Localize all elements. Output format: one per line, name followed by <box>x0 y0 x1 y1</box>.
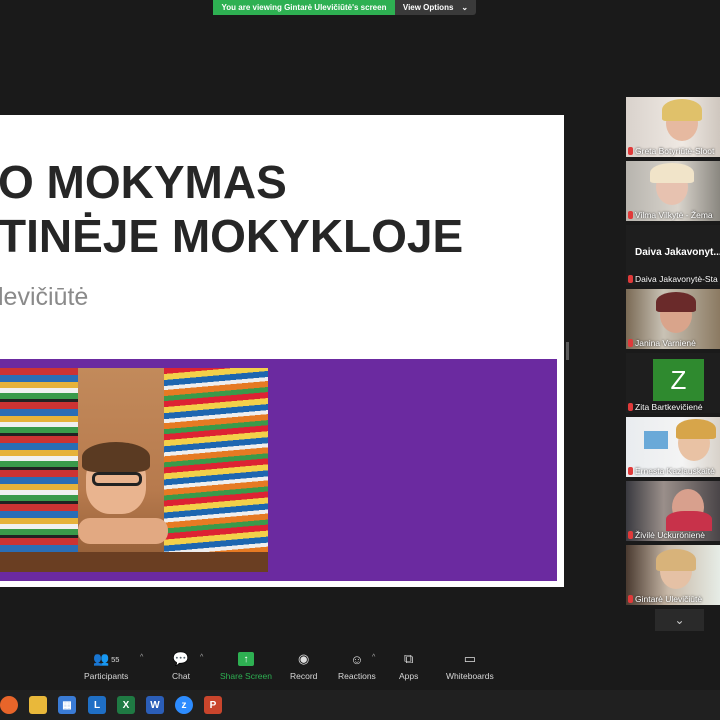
reactions-icon: ☺ <box>350 651 364 667</box>
muted-mic-icon <box>628 275 633 283</box>
share-screen-button[interactable]: ↑ Share Screen <box>220 652 272 681</box>
participant-tile[interactable]: Janina Varnienė <box>626 289 720 349</box>
caret-up-icon[interactable]: ^ <box>140 654 143 661</box>
participant-name: Janina Varnienė <box>635 338 696 348</box>
participant-tile[interactable]: Daiva Jakavonyt... Daiva Jakavonytė-Sta <box>626 225 720 285</box>
file-explorer-icon[interactable] <box>29 696 47 714</box>
powerpoint-icon[interactable]: P <box>204 696 222 714</box>
muted-mic-icon <box>628 211 633 219</box>
participant-name: Greta Botyriūtė-Sloot <box>635 146 715 156</box>
apps-button[interactable]: ⧉ Apps <box>399 651 419 681</box>
reactions-button[interactable]: ☺ Reactions <box>338 651 376 682</box>
record-button[interactable]: ◉ Record <box>290 651 318 681</box>
whiteboard-icon: ▭ <box>463 651 476 666</box>
book-stack-left <box>0 368 78 572</box>
share-screen-label: Share Screen <box>220 671 272 681</box>
chevron-down-icon: ⌄ <box>461 3 469 12</box>
apps-label: Apps <box>399 671 419 681</box>
l-app-icon[interactable]: L <box>88 696 106 714</box>
participant-tile[interactable]: Vilma Vilkytė - Žema <box>626 161 720 221</box>
participant-name: Živilė Uckurönienė <box>635 530 705 540</box>
share-screen-icon: ↑ <box>237 652 254 666</box>
book-stack-right <box>164 368 268 572</box>
slide-title: O MOKYMAS TINĖJE MOKYKLOJE <box>0 155 463 263</box>
child-figure <box>78 438 168 548</box>
windows-taskbar: ▦ L X W z P <box>0 690 720 720</box>
participant-name: Daiva Jakavonytė-Sta <box>635 274 718 284</box>
participant-tile[interactable]: Ernesta Kazlauskaitė <box>626 417 720 477</box>
participant-avatar: Z <box>653 359 704 401</box>
chat-label: Chat <box>172 671 190 681</box>
slide-title-line1: O MOKYMAS <box>0 156 287 208</box>
muted-mic-icon <box>628 147 633 155</box>
firefox-icon[interactable] <box>0 696 18 714</box>
chat-button[interactable]: 💬 Chat <box>172 651 190 681</box>
chat-icon: 💬 <box>172 651 190 666</box>
muted-mic-icon <box>628 531 633 539</box>
participant-tile[interactable]: Živilė Uckurönienė <box>626 481 720 541</box>
muted-mic-icon <box>628 339 633 347</box>
meeting-toolbar: 👥 55 Participants ^ 💬 Chat ^ ↑ Share Scre… <box>80 651 520 692</box>
participant-name: Zita Bartkevičienė <box>635 402 703 412</box>
gallery-scroll-down-button[interactable]: ⌄ <box>655 609 704 631</box>
slide-photo-boy-with-books <box>0 368 268 572</box>
slide-author: levičiūtė <box>0 283 89 311</box>
chevron-down-icon: ⌄ <box>674 613 685 627</box>
table <box>0 552 268 572</box>
shared-slide: O MOKYMAS TINĖJE MOKYKLOJE levičiūtė <box>0 115 564 587</box>
muted-mic-icon <box>628 595 633 603</box>
word-icon[interactable]: W <box>146 696 164 714</box>
panel-resize-handle[interactable] <box>566 342 569 360</box>
zoom-icon[interactable]: z <box>175 696 193 714</box>
muted-mic-icon <box>628 403 633 411</box>
apps-icon: ⧉ <box>404 651 414 666</box>
participant-count: 55 <box>111 654 120 664</box>
participant-name: Ernesta Kazlauskaitė <box>635 466 715 476</box>
participants-icon: 👥 55 <box>92 651 120 666</box>
view-options-button[interactable]: View Options ⌄ <box>395 0 476 15</box>
view-options-label: View Options <box>402 3 454 12</box>
participant-tile-active-speaker[interactable]: Gintarė Ulevičiūtė <box>626 545 720 605</box>
reactions-label: Reactions <box>338 671 376 681</box>
participant-name: Gintarė Ulevičiūtė <box>635 594 703 604</box>
participant-tile[interactable]: Z Zita Bartkevičienė <box>626 353 720 413</box>
participants-label: Participants <box>84 671 129 681</box>
record-label: Record <box>290 671 318 681</box>
caret-up-icon[interactable]: ^ <box>200 654 203 661</box>
whiteboards-button[interactable]: ▭ Whiteboards <box>446 651 494 681</box>
participant-display-name: Daiva Jakavonyt... <box>635 247 720 258</box>
participant-tile[interactable]: Greta Botyriūtė-Sloot <box>626 97 720 157</box>
store-icon[interactable]: ▦ <box>58 696 76 714</box>
caret-up-icon[interactable]: ^ <box>372 654 375 661</box>
screen-share-banner: You are viewing Gintarė Ulevičiūtė's scr… <box>213 0 476 15</box>
excel-icon[interactable]: X <box>117 696 135 714</box>
participants-button[interactable]: 👥 55 Participants <box>84 651 129 681</box>
muted-mic-icon <box>628 467 633 475</box>
viewing-label: You are viewing Gintarė Ulevičiūtė's scr… <box>213 0 395 15</box>
participant-name: Vilma Vilkytė - Žema <box>635 210 713 220</box>
slide-title-line2: TINĖJE MOKYKLOJE <box>0 210 464 262</box>
record-icon: ◉ <box>298 651 310 666</box>
whiteboards-label: Whiteboards <box>446 671 494 681</box>
